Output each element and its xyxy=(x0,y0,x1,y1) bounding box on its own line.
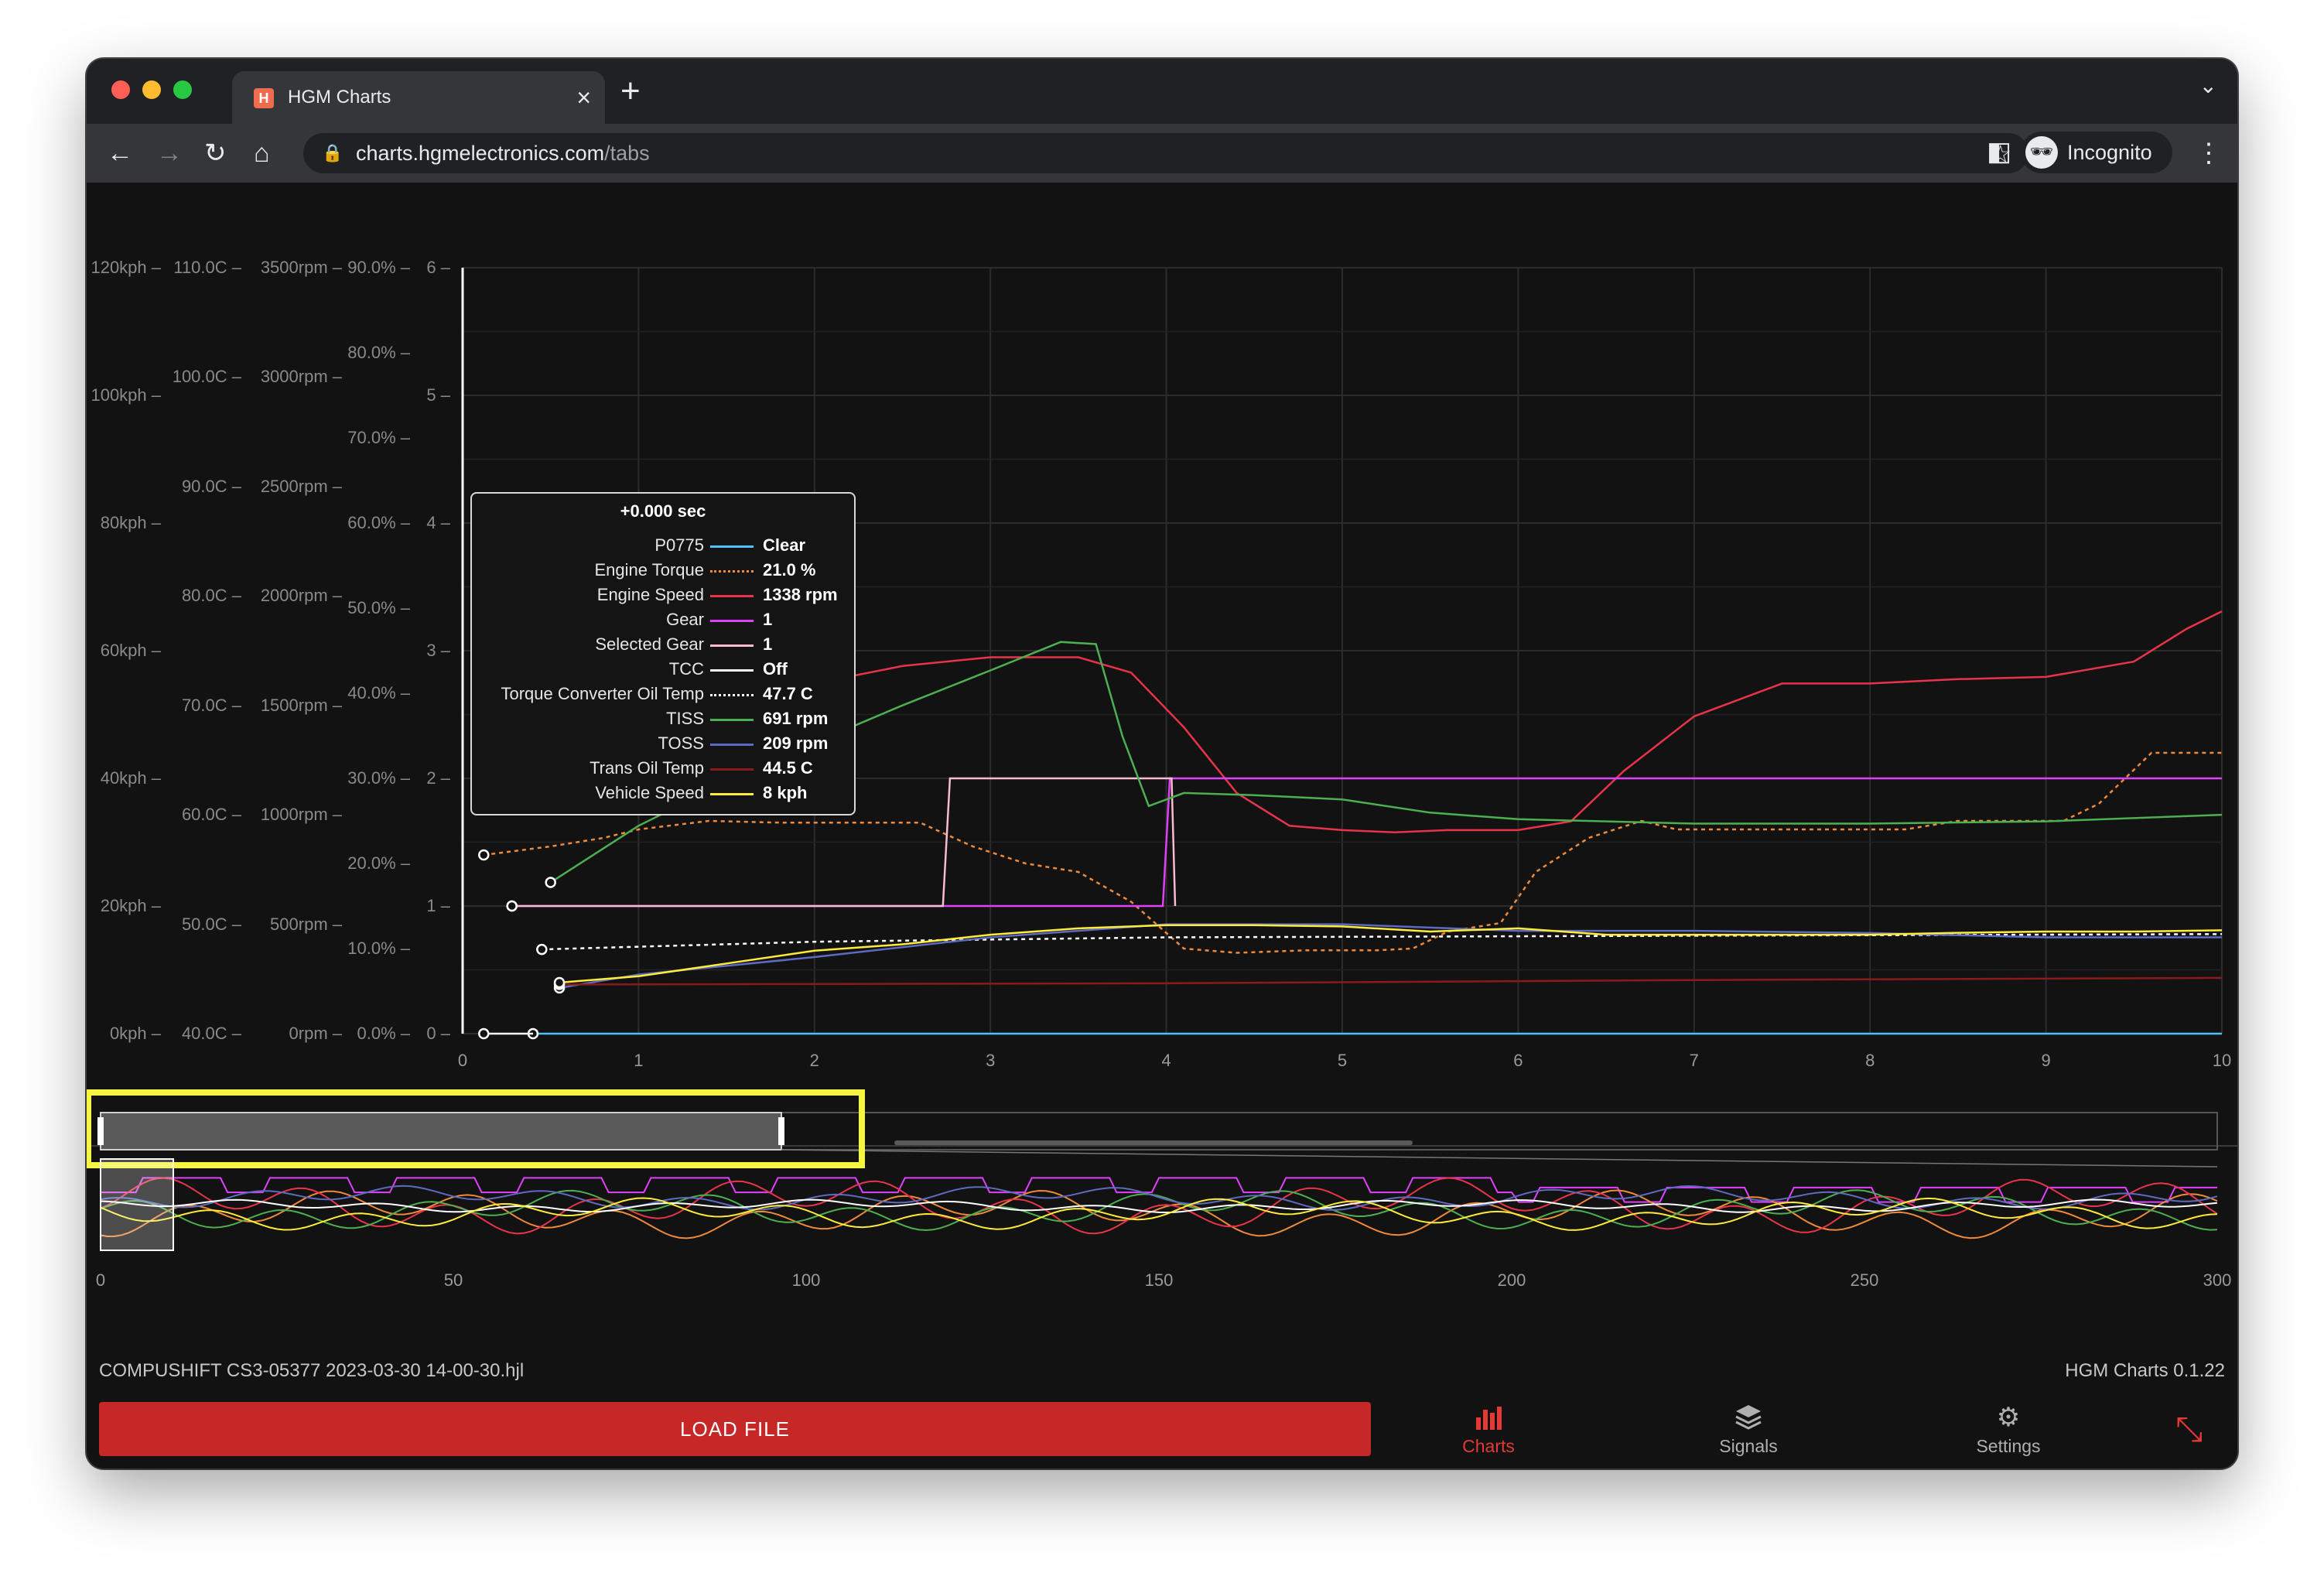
range-handle-right[interactable] xyxy=(778,1117,784,1145)
overview-range-selector[interactable] xyxy=(100,1112,782,1150)
load-file-button[interactable]: LOAD FILE xyxy=(99,1402,1371,1456)
overview-window[interactable] xyxy=(100,1158,174,1251)
home-icon[interactable]: ⌂ xyxy=(254,135,270,172)
overview-tick-label: 300 xyxy=(2203,1270,2232,1290)
layers-icon xyxy=(1733,1402,1764,1433)
overview-tick-label: 200 xyxy=(1497,1270,1526,1290)
url-path: /tabs xyxy=(604,142,650,165)
maximize-window-button[interactable] xyxy=(173,80,192,99)
overview-tick-label: 150 xyxy=(1144,1270,1174,1290)
more-menu-icon[interactable]: ⋮ xyxy=(2196,135,2222,172)
overview-series-trace xyxy=(101,1177,2217,1203)
overview-chart[interactable] xyxy=(87,183,2237,1359)
overview-tick-label: 250 xyxy=(1850,1270,1879,1290)
gear-icon: ⚙ xyxy=(1996,1403,2021,1432)
nav-settings-label: Settings xyxy=(1976,1436,2041,1456)
reload-icon[interactable]: ↻ xyxy=(204,135,227,172)
hgm-favicon-icon: H xyxy=(254,88,274,108)
new-tab-icon[interactable]: + xyxy=(620,74,641,108)
incognito-label: Incognito xyxy=(2067,141,2152,164)
nav-charts-label: Charts xyxy=(1462,1436,1515,1456)
tab-strip: H HGM Charts × + ⌄ xyxy=(87,59,2237,125)
url-domain: charts.hgmelectronics.com xyxy=(356,142,605,165)
range-connector-line xyxy=(781,1149,2218,1168)
overview-tick-label: 100 xyxy=(791,1270,821,1290)
url-text[interactable]: charts.hgmelectronics.com/tabs xyxy=(356,142,650,166)
nav-charts[interactable]: Charts xyxy=(1411,1402,1566,1461)
app-content: 0kph –20kph –40kph –60kph –80kph –100kph… xyxy=(87,183,2237,1468)
tab-close-icon[interactable]: × xyxy=(576,82,591,113)
nav-settings[interactable]: ⚙ Settings xyxy=(1931,1402,2086,1461)
forward-arrow-icon[interactable]: → xyxy=(156,135,183,172)
side-panel-icon[interactable]: ◧ xyxy=(1987,133,2011,170)
incognito-icon: 🕶 xyxy=(2025,136,2058,169)
file-name: COMPUSHIFT CS3-05377 2023-03-30 14-00-30… xyxy=(99,1360,525,1381)
incognito-badge[interactable]: 🕶 Incognito xyxy=(2021,132,2172,173)
nav-signals-label: Signals xyxy=(1719,1436,1778,1456)
collapse-arrows-icon[interactable]: ⤡ xyxy=(2175,1413,2203,1447)
bar-chart-icon xyxy=(1473,1402,1504,1433)
overview-tick-label: 50 xyxy=(443,1270,463,1290)
close-window-button[interactable] xyxy=(111,80,130,99)
overview-series-trace xyxy=(100,1185,2218,1211)
lock-icon: 🔒 xyxy=(322,143,343,162)
minimize-window-button[interactable] xyxy=(142,80,161,99)
browser-window: H HGM Charts × + ⌄ ← → ↻ ⌂ 🔒 charts.hgme… xyxy=(87,59,2237,1468)
app-version: HGM Charts 0.1.22 xyxy=(2065,1360,2225,1381)
nav-signals[interactable]: Signals xyxy=(1671,1402,1826,1461)
overview-tick-label: 0 xyxy=(95,1270,106,1290)
browser-toolbar: ← → ↻ ⌂ 🔒 charts.hgmelectronics.com/tabs… xyxy=(87,124,2237,183)
browser-tab[interactable]: H HGM Charts × xyxy=(232,71,605,125)
tab-title: HGM Charts xyxy=(288,87,391,108)
range-handle-left[interactable] xyxy=(97,1117,104,1145)
tab-search-chevron-icon[interactable]: ⌄ xyxy=(2199,73,2217,98)
address-bar[interactable]: 🔒 charts.hgmelectronics.com/tabs ☆ xyxy=(303,133,2028,173)
back-arrow-icon[interactable]: ← xyxy=(107,135,133,172)
